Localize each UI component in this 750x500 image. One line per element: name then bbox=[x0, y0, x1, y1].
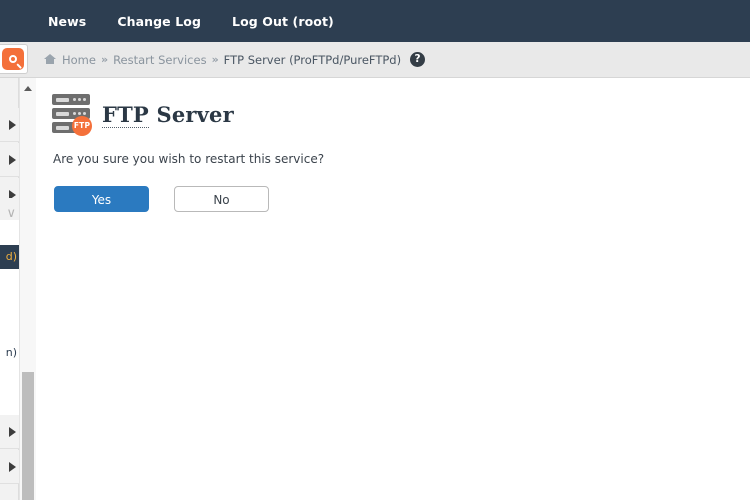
confirm-yes-button[interactable]: Yes bbox=[54, 186, 149, 212]
nav-link-change-log[interactable]: Change Log bbox=[117, 14, 201, 29]
ftp-badge: FTP bbox=[72, 116, 92, 136]
breadcrumb-bar: Home » Restart Services » FTP Server (Pr… bbox=[0, 42, 750, 78]
breadcrumb-current: FTP Server (ProFTPd/PureFTPd) bbox=[223, 52, 402, 67]
server-bar bbox=[56, 125, 69, 130]
server-leds bbox=[73, 112, 86, 115]
server-bar bbox=[56, 111, 69, 116]
sidebar-menu-panel: ∨ d) n) bbox=[0, 78, 19, 500]
triangle-right-icon bbox=[9, 120, 16, 130]
sidebar: ∨ d) n) bbox=[0, 78, 36, 500]
page-header: FTP FTP Server bbox=[52, 94, 234, 136]
breadcrumb: Home » Restart Services » FTP Server (Pr… bbox=[44, 42, 426, 77]
confirmation-buttons: Yes No bbox=[54, 186, 269, 212]
magnifier-handle-icon bbox=[16, 63, 22, 69]
confirmation-question: Are you sure you wish to restart this se… bbox=[53, 152, 325, 166]
triangle-right-icon bbox=[9, 462, 16, 472]
scroll-up-arrow-icon[interactable] bbox=[24, 86, 32, 91]
magnifier-lens-icon bbox=[9, 55, 17, 63]
sidebar-item-clipped-label[interactable]: n) bbox=[0, 346, 19, 359]
breadcrumb-home[interactable]: Home bbox=[62, 53, 96, 67]
sidebar-item-selected[interactable]: d) bbox=[0, 245, 19, 269]
sidebar-item-collapsed[interactable] bbox=[0, 108, 19, 142]
cancel-no-button[interactable]: No bbox=[174, 186, 269, 212]
page-title: FTP Server bbox=[102, 101, 234, 128]
nav-link-news[interactable]: News bbox=[48, 14, 86, 29]
nav-link-log-out[interactable]: Log Out (root) bbox=[232, 14, 334, 29]
main-content: FTP FTP Server Are you sure you wish to … bbox=[36, 78, 750, 500]
chevron-down-icon: ∨ bbox=[6, 206, 16, 221]
scrollbar-thumb[interactable] bbox=[22, 372, 34, 500]
server-rack-unit bbox=[52, 94, 90, 105]
page-title-rest: Server bbox=[148, 101, 234, 127]
sidebar-scrollbar[interactable] bbox=[19, 78, 36, 500]
app-root: News Change Log Log Out (root) Home » Re… bbox=[0, 0, 750, 500]
top-navigation-bar: News Change Log Log Out (root) bbox=[0, 0, 750, 42]
breadcrumb-separator: » bbox=[211, 53, 219, 66]
breadcrumb-restart-services[interactable]: Restart Services bbox=[113, 53, 206, 67]
triangle-right-icon bbox=[9, 155, 16, 165]
sidebar-item-collapsed[interactable] bbox=[0, 415, 19, 449]
help-icon[interactable]: ? bbox=[410, 52, 426, 67]
triangle-right-icon bbox=[9, 427, 16, 437]
search-icon bbox=[2, 48, 24, 70]
home-icon bbox=[44, 54, 56, 65]
sidebar-item-collapsed[interactable] bbox=[0, 450, 19, 484]
top-nav-links: News Change Log Log Out (root) bbox=[48, 0, 334, 42]
search-button[interactable] bbox=[0, 44, 28, 74]
breadcrumb-separator: » bbox=[100, 53, 109, 66]
server-bar bbox=[56, 97, 69, 102]
sidebar-submenu-area bbox=[0, 269, 19, 415]
ftp-server-icon: FTP bbox=[52, 94, 92, 136]
sidebar-item-expanded[interactable]: ∨ bbox=[0, 198, 19, 220]
sidebar-item-collapsed[interactable] bbox=[0, 143, 19, 177]
server-leds bbox=[73, 98, 86, 101]
page-title-abbr: FTP bbox=[102, 101, 149, 128]
